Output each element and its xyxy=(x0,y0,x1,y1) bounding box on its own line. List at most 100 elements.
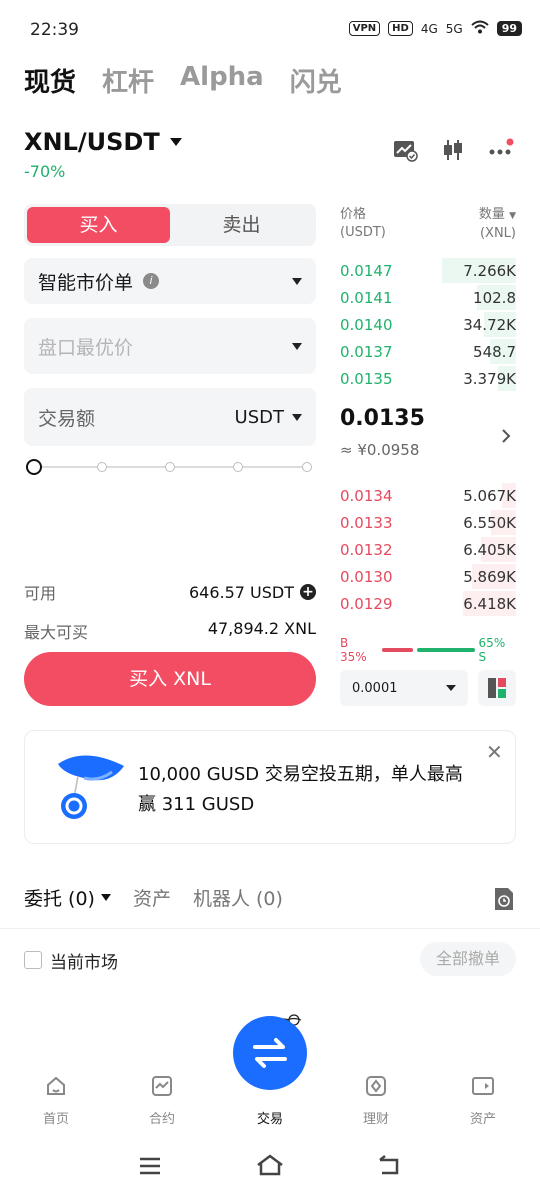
tab-orders[interactable]: 委托 (0) xyxy=(24,884,111,911)
chevron-right-icon[interactable] xyxy=(500,428,512,448)
menu-icon[interactable] xyxy=(138,1156,162,1180)
available-value: 646.57 USDT xyxy=(188,582,294,602)
ask-price: 0.0137 xyxy=(340,342,393,361)
sell-ratio-label: 65% S xyxy=(478,636,506,664)
amount-label: 交易额 xyxy=(38,407,96,430)
buy-ratio-label: B 35% xyxy=(340,636,367,664)
bid-qty: 5.869K xyxy=(463,567,516,586)
last-price[interactable]: 0.0135 xyxy=(340,406,425,431)
caret-down-icon xyxy=(292,277,302,285)
close-icon[interactable]: ✕ xyxy=(486,740,503,764)
pair-symbol: XNL/USDT xyxy=(24,128,160,156)
caret-down-icon: ▼ xyxy=(509,211,516,221)
current-market-label: 当前市场 xyxy=(50,953,118,973)
ask-price: 0.0135 xyxy=(340,369,393,388)
bid-row[interactable]: 0.0129 6.418K xyxy=(340,590,516,617)
header-actions xyxy=(392,138,514,166)
signal-4g-icon: 4G xyxy=(420,21,438,36)
nav-home[interactable]: 首页 xyxy=(21,1074,91,1127)
nav-earn[interactable]: 理财 xyxy=(341,1074,411,1127)
price-field[interactable]: 盘口最优价 xyxy=(24,318,316,374)
slider-step-75[interactable] xyxy=(233,462,243,472)
ask-price: 0.0141 xyxy=(340,288,393,307)
order-type-select[interactable]: 智能市价单 i xyxy=(24,258,316,304)
nav-futures[interactable]: 合约 xyxy=(127,1074,197,1127)
info-icon[interactable]: i xyxy=(143,273,160,289)
home-icon xyxy=(47,1076,65,1095)
amount-unit[interactable]: USDT xyxy=(235,407,284,428)
bid-row[interactable]: 0.0133 6.550K xyxy=(340,509,516,536)
tab-assets[interactable]: 资产 xyxy=(133,884,171,911)
more-icon[interactable] xyxy=(488,138,514,166)
tab-alpha[interactable]: Alpha xyxy=(180,62,264,99)
bid-price: 0.0133 xyxy=(340,513,393,532)
ask-row[interactable]: 0.0135 3.379K xyxy=(340,365,516,392)
ask-qty: 34.72K xyxy=(463,315,516,334)
caret-down-icon xyxy=(100,894,111,901)
nav-earn-label: 理财 xyxy=(362,1112,389,1127)
sell-tab[interactable]: 卖出 xyxy=(170,207,313,243)
pair-change: -70% xyxy=(24,162,66,181)
bid-qty: 5.067K xyxy=(463,486,516,505)
depth-value: 0.0001 xyxy=(352,680,398,696)
slider-knob[interactable] xyxy=(26,459,42,475)
order-history-icon[interactable] xyxy=(492,886,516,916)
bid-price: 0.0132 xyxy=(340,540,393,559)
available-row: 可用 646.57 USDT + xyxy=(24,580,316,604)
earn-icon xyxy=(366,1076,386,1096)
tab-spot[interactable]: 现货 xyxy=(24,62,76,99)
buy-sell-ratio: B 35% 65% S xyxy=(340,636,516,664)
tab-margin[interactable]: 杠杆 xyxy=(102,62,154,99)
airdrop-icon xyxy=(54,752,130,828)
battery-icon: 99 xyxy=(496,21,522,36)
qty-header[interactable]: 数量 ▼ (XNL) xyxy=(479,206,516,243)
depth-select[interactable]: 0.0001 xyxy=(340,670,468,706)
buy-tab[interactable]: 买入 xyxy=(27,207,170,243)
bid-price: 0.0130 xyxy=(340,567,393,586)
nav-trade-button[interactable] xyxy=(233,1016,307,1090)
signal-5g-icon: 5G xyxy=(445,21,463,36)
market-type-tabs: 现货 杠杆 Alpha 闪兑 xyxy=(24,62,342,99)
bid-row[interactable]: 0.0134 5.067K xyxy=(340,482,516,509)
ask-row[interactable]: 0.0137 548.7 xyxy=(340,338,516,365)
back-icon[interactable] xyxy=(377,1154,403,1180)
ask-row[interactable]: 0.0147 7.266K xyxy=(340,257,516,284)
ask-price: 0.0147 xyxy=(340,261,393,280)
price-header: 价格 (USDT) xyxy=(340,206,386,242)
status-icons: VPN HD 4G 5G 99 xyxy=(348,20,522,37)
bid-row[interactable]: 0.0132 6.405K xyxy=(340,536,516,563)
qty-header-unit: (XNL) xyxy=(479,226,516,241)
current-market-checkbox[interactable] xyxy=(24,951,42,969)
bid-row[interactable]: 0.0130 5.869K xyxy=(340,563,516,590)
orderbook-layout-button[interactable] xyxy=(478,670,516,706)
wifi-icon xyxy=(471,20,489,37)
order-type-label: 智能市价单 xyxy=(38,271,134,294)
ask-row[interactable]: 0.0140 34.72K xyxy=(340,311,516,338)
ask-qty: 7.266K xyxy=(463,261,516,280)
caret-down-icon xyxy=(446,685,456,691)
vpn-icon: VPN xyxy=(348,21,381,36)
cancel-all-button[interactable]: 全部撤单 xyxy=(420,942,516,976)
tab-bots[interactable]: 机器人 (0) xyxy=(193,884,283,911)
ask-qty: 548.7 xyxy=(473,342,516,361)
nav-assets[interactable]: 资产 xyxy=(448,1074,518,1127)
bid-qty: 6.550K xyxy=(463,513,516,532)
system-nav-bar xyxy=(0,1146,540,1186)
amount-field[interactable]: 交易额 USDT xyxy=(24,388,316,446)
home-system-icon[interactable] xyxy=(256,1154,284,1180)
nav-trade-label: 交易 xyxy=(256,1112,283,1127)
caret-down-icon xyxy=(292,342,302,350)
buy-submit-button[interactable]: 买入 XNL xyxy=(24,652,316,706)
slider-step-50[interactable] xyxy=(165,462,175,472)
slider-step-25[interactable] xyxy=(97,462,107,472)
ask-row[interactable]: 0.0141 102.8 xyxy=(340,284,516,311)
bid-qty: 6.405K xyxy=(463,540,516,559)
slider-step-100[interactable] xyxy=(302,462,312,472)
add-funds-icon[interactable]: + xyxy=(300,584,316,600)
status-time: 22:39 xyxy=(30,20,79,40)
tab-convert[interactable]: 闪兑 xyxy=(290,62,342,99)
candlestick-icon[interactable] xyxy=(440,138,466,166)
pair-selector[interactable]: XNL/USDT xyxy=(24,128,182,156)
chart-icon[interactable] xyxy=(392,138,418,166)
price-header-label: 价格 xyxy=(340,207,367,222)
